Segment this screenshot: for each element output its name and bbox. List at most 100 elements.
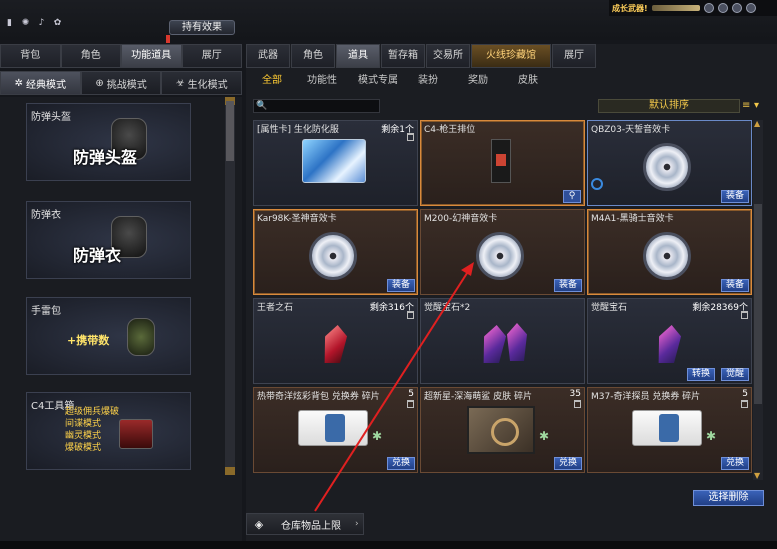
- exchange-button[interactable]: 兑换: [720, 457, 749, 470]
- bar-chart-icon[interactable]: ▮: [4, 17, 15, 28]
- right-tab-exchange[interactable]: 交易所: [426, 44, 470, 68]
- sound-card-disc-icon: [643, 232, 691, 280]
- c4-mode: 幽灵模式: [65, 431, 102, 441]
- item-card[interactable]: QBZ03-天誓音效卡 装备: [587, 120, 752, 206]
- delete-selected-button[interactable]: 选择删除: [693, 490, 764, 506]
- chevron-down-icon[interactable]: ▾: [754, 99, 764, 113]
- left-scroll-thumb[interactable]: [226, 101, 234, 161]
- mode-tab-classic[interactable]: ✲ 经典模式: [0, 71, 81, 95]
- right-tab-temp-storage[interactable]: 暂存箱: [381, 44, 425, 68]
- c4-device-icon: [491, 139, 511, 183]
- left-tab-character[interactable]: 角色: [60, 44, 121, 68]
- left-item-big-text: 防弹头盔: [73, 148, 138, 167]
- c4-mode: 爆破模式: [65, 443, 102, 453]
- item-card[interactable]: C4-枪王排位 ⚲: [420, 120, 585, 206]
- skin-preview-icon: [467, 406, 535, 454]
- top-right-banner: 成长武器!: [609, 0, 777, 16]
- equip-button[interactable]: 装备: [553, 279, 582, 292]
- item-card[interactable]: Kar98K-圣神音效卡 装备: [253, 209, 418, 295]
- trash-icon[interactable]: [741, 400, 748, 408]
- rabbit-icon[interactable]: ✿: [52, 17, 63, 28]
- item-card[interactable]: M200-幻神音效卡 装备: [420, 209, 585, 295]
- left-item-grenade-pack[interactable]: 手雷包 +携带数: [26, 297, 191, 375]
- sub-category-tabs: 全部 功能性 模式专属 装扮 奖励 皮肤: [250, 73, 550, 89]
- mode-tab-challenge[interactable]: ⊕ 挑战模式: [80, 71, 162, 95]
- voucher-icon: [632, 410, 702, 446]
- search-input[interactable]: 🔍: [253, 99, 380, 113]
- storage-limit-button[interactable]: ◈ 仓库物品上限 ›: [246, 513, 364, 535]
- trash-icon[interactable]: [407, 400, 414, 408]
- rank-badge-icon: [703, 3, 714, 13]
- scroll-up-icon[interactable]: ▲: [754, 120, 762, 128]
- convert-button[interactable]: 转换: [686, 368, 715, 381]
- left-scrollbar[interactable]: [225, 97, 235, 475]
- item-card[interactable]: 觉醒宝石 剩余28369个 转换 觉醒: [587, 298, 752, 384]
- subtab-skin[interactable]: 皮肤: [506, 73, 550, 89]
- right-tab-character[interactable]: 角色: [291, 44, 335, 68]
- subtab-mode-exclusive[interactable]: 模式专属: [350, 73, 406, 89]
- target-icon: ⊕: [95, 77, 104, 89]
- item-card[interactable]: 超新星-深海萌鲨 皮肤 碎片 35 ✱ 兑换: [420, 387, 585, 473]
- badge-icon: [591, 178, 603, 190]
- exchange-button[interactable]: 兑换: [553, 457, 582, 470]
- right-tab-items[interactable]: 道具: [336, 44, 380, 68]
- item-name: 觉醒宝石*2: [424, 303, 471, 313]
- bell-icon[interactable]: ♪: [36, 17, 47, 28]
- left-item-c4-toolbox[interactable]: C4工具箱 超级佣兵爆破 间谍模式 幽灵模式 爆破模式: [26, 392, 191, 470]
- trash-icon[interactable]: [574, 400, 581, 408]
- fragment-icon: ✱: [706, 429, 717, 443]
- left-item-helmet[interactable]: 防弹头盔 防弹头盔: [26, 103, 191, 181]
- left-item-vest[interactable]: 防弹衣 防弹衣: [26, 201, 191, 279]
- list-sort-icon[interactable]: ≡: [742, 99, 752, 113]
- scroll-down-icon[interactable]: ▼: [754, 472, 762, 480]
- right-tab-collection[interactable]: 火线珍藏馆: [471, 44, 551, 68]
- right-tab-weapons[interactable]: 武器: [246, 44, 290, 68]
- left-tab-function-items[interactable]: 功能道具: [121, 44, 182, 68]
- scroll-down-icon[interactable]: [225, 467, 235, 475]
- purple-gem-icon: [655, 325, 682, 363]
- item-card[interactable]: M37-奇洋探员 兑换券 碎片 5 ✱ 兑换: [587, 387, 752, 473]
- exchange-button[interactable]: 兑换: [386, 457, 415, 470]
- red-gem-icon: [321, 325, 348, 363]
- c4-mode: 超级佣兵爆破: [65, 407, 120, 417]
- item-name: QBZ03-天誓音效卡: [591, 125, 671, 135]
- item-grid-scroll-thumb[interactable]: [754, 204, 762, 404]
- subtab-reward[interactable]: 奖励: [450, 73, 506, 89]
- mode-tab-label: 挑战模式: [106, 79, 147, 91]
- subtab-functional[interactable]: 功能性: [294, 73, 350, 89]
- search-icon[interactable]: 🔍: [256, 101, 267, 111]
- item-count: 5: [742, 389, 748, 399]
- left-nav-tabs: 背包 角色 功能道具 展厅: [0, 44, 242, 68]
- item-card[interactable]: 热带奇洋炫彩背包 兑换券 碎片 5 ✱ 兑换: [253, 387, 418, 473]
- swirl-icon[interactable]: ✺: [20, 17, 31, 28]
- equip-button[interactable]: 装备: [386, 279, 415, 292]
- item-name: Kar98K-圣神音效卡: [257, 214, 337, 224]
- hold-effect-button[interactable]: 持有效果: [169, 20, 235, 35]
- item-card[interactable]: M4A1-黑骑士音效卡 装备: [587, 209, 752, 295]
- top-icon-row: ▮ ✺ ♪ ✿: [4, 17, 63, 28]
- subtab-all[interactable]: 全部: [250, 73, 294, 89]
- right-nav-tabs: 武器 角色 道具 暂存箱 交易所 火线珍藏馆 展厅: [246, 44, 597, 68]
- sort-dropdown[interactable]: 默认排序: [598, 99, 740, 113]
- trash-icon[interactable]: [407, 311, 414, 319]
- left-tab-showroom[interactable]: 展厅: [181, 44, 242, 68]
- item-grid-scrollbar[interactable]: ▲ ▼: [753, 120, 763, 480]
- awaken-button[interactable]: 觉醒: [720, 368, 749, 381]
- wing-icon: [745, 3, 756, 13]
- magnify-icon[interactable]: ⚲: [563, 190, 581, 203]
- fragment-icon: ✱: [372, 429, 383, 443]
- right-tab-showroom[interactable]: 展厅: [552, 44, 596, 68]
- mode-tab-zombie[interactable]: ☣ 生化模式: [161, 71, 243, 95]
- subtab-outfit[interactable]: 装扮: [406, 73, 450, 89]
- equip-button[interactable]: 装备: [720, 190, 749, 203]
- equip-button[interactable]: 装备: [720, 279, 749, 292]
- item-name: 觉醒宝石: [591, 303, 628, 313]
- trash-icon[interactable]: [407, 133, 414, 141]
- left-tab-bag[interactable]: 背包: [0, 44, 61, 68]
- sound-card-disc-icon: [309, 232, 357, 280]
- taskbar: [0, 541, 777, 549]
- item-card[interactable]: 觉醒宝石*2: [420, 298, 585, 384]
- item-card[interactable]: 王者之石 剩余316个: [253, 298, 418, 384]
- item-card[interactable]: [属性卡] 生化防化服 剩余1个: [253, 120, 418, 206]
- trash-icon[interactable]: [741, 311, 748, 319]
